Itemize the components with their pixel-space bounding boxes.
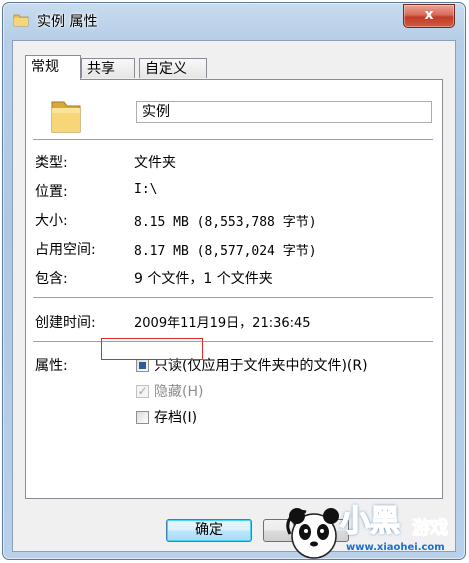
general-panel: 实例 类型: 文件夹 位置: I:\ 大小: 8.15 MB (8,553,78… [25,79,443,499]
close-icon: x [424,7,434,23]
hidden-label: 隐藏(H) [154,384,204,400]
contains-value: 9 个文件，1 个文件夹 [134,271,273,287]
attributes-label: 属性: [35,358,68,374]
window-title: 实例 属性 [37,14,98,30]
type-label: 类型: [35,155,68,171]
title-bar[interactable]: 实例 属性 x [3,3,465,39]
tab-sharing[interactable]: 共享 [81,58,135,78]
folder-icon [13,14,29,27]
separator [33,341,433,343]
size-on-disk-value: 8.17 MB (8,577,024 字节) [134,244,317,259]
contains-label: 包含: [35,271,68,287]
size-value: 8.15 MB (8,553,788 字节) [134,215,317,230]
separator [33,139,433,141]
watermark-brand: 小黑 [339,503,401,540]
hidden-highlight-box [101,338,203,360]
panda-mascot-icon [286,508,339,559]
folder-name-input[interactable]: 实例 [136,101,432,123]
created-label: 创建时间: [35,315,96,331]
ok-button[interactable]: 确定 [166,519,252,542]
archive-label[interactable]: 存档(I) [154,407,197,427]
properties-window: 实例 属性 x 常规 共享 自定义 实例 类型: 文件夹 位置: I:\ 大小:… [2,2,466,560]
tab-general[interactable]: 常规 [25,55,81,80]
watermark-url: www.xiaohei.com [346,542,445,553]
close-button[interactable]: x [403,4,455,28]
size-label: 大小: [35,213,68,229]
folder-icon [51,101,81,133]
location-value: I:\ [134,182,158,197]
archive-checkbox[interactable] [136,411,149,424]
created-value: 2009年11月19日，21:36:45 [134,316,311,331]
watermark-logo: 小黑 游戏 www.xiaohei.com [284,496,469,563]
tab-customize[interactable]: 自定义 [139,58,207,78]
dialog-client: 常规 共享 自定义 实例 类型: 文件夹 位置: I:\ 大小: 8.15 MB… [12,40,456,552]
type-value: 文件夹 [134,155,176,171]
separator [33,297,433,299]
readonly-checkbox[interactable] [136,359,149,372]
hidden-checkbox: ✓ [136,384,149,398]
size-on-disk-label: 占用空间: [35,242,96,258]
location-label: 位置: [35,184,68,200]
watermark-game: 游戏 [412,518,449,540]
